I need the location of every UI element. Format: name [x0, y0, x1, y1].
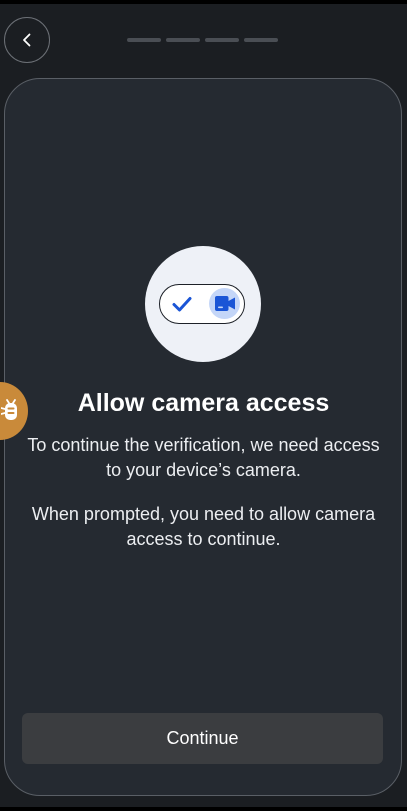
check-icon	[172, 297, 192, 312]
permission-description: To continue the verification, we need ac…	[27, 435, 380, 480]
bug-icon	[1, 399, 17, 420]
progress-step	[127, 38, 161, 42]
progress-indicator	[127, 38, 278, 42]
camera-permission-screen: Allow camera access To continue the veri…	[0, 0, 407, 811]
page-title: Allow camera access	[77, 389, 330, 417]
chevron-left-icon	[23, 33, 31, 47]
back-button[interactable]	[4, 17, 50, 63]
bottom-edge	[0, 807, 407, 811]
toggle-illustration	[159, 284, 245, 324]
progress-step	[244, 38, 278, 42]
progress-step	[166, 38, 200, 42]
permission-instruction: When prompted, you need to allow camera …	[31, 504, 376, 549]
status-edge	[0, 0, 407, 4]
camera-permission-illustration	[145, 246, 261, 362]
progress-step	[205, 38, 239, 42]
video-camera-icon	[215, 296, 235, 311]
toggle-knob	[209, 288, 240, 319]
continue-button[interactable]: Continue	[22, 713, 383, 764]
